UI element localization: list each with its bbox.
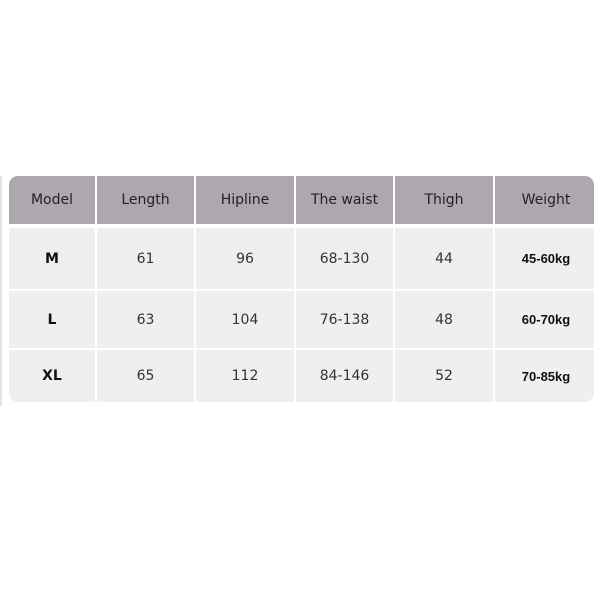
- table-cell: 112: [196, 350, 294, 402]
- table-cell: 48: [395, 291, 493, 348]
- header-cell: The waist: [296, 176, 393, 224]
- header-cell: Weight: [495, 176, 594, 224]
- table-cell: 63: [97, 291, 194, 348]
- table-cell: 104: [196, 291, 294, 348]
- table-cell: 60-70kg: [495, 291, 594, 348]
- header-cell: Thigh: [395, 176, 493, 224]
- left-edge-line: [0, 176, 2, 406]
- header-cell: Length: [97, 176, 194, 224]
- header-cell: Model: [9, 176, 95, 224]
- size-label: L: [9, 291, 95, 348]
- size-label: M: [9, 228, 95, 289]
- table-cell: 70-85kg: [495, 350, 594, 402]
- table-cell: 61: [97, 228, 194, 289]
- table-cell: 84-146: [296, 350, 393, 402]
- table-cell: 65: [97, 350, 194, 402]
- table-cell: 45-60kg: [495, 228, 594, 289]
- table-cell: 68-130: [296, 228, 393, 289]
- header-cell: Hipline: [196, 176, 294, 224]
- table-cell: 44: [395, 228, 493, 289]
- table-cell: 96: [196, 228, 294, 289]
- size-label: XL: [9, 350, 95, 402]
- table-cell: 52: [395, 350, 493, 402]
- table-cell: 76-138: [296, 291, 393, 348]
- size-chart-table: Model Length Hipline The waist Thigh Weight M 6…: [9, 176, 594, 402]
